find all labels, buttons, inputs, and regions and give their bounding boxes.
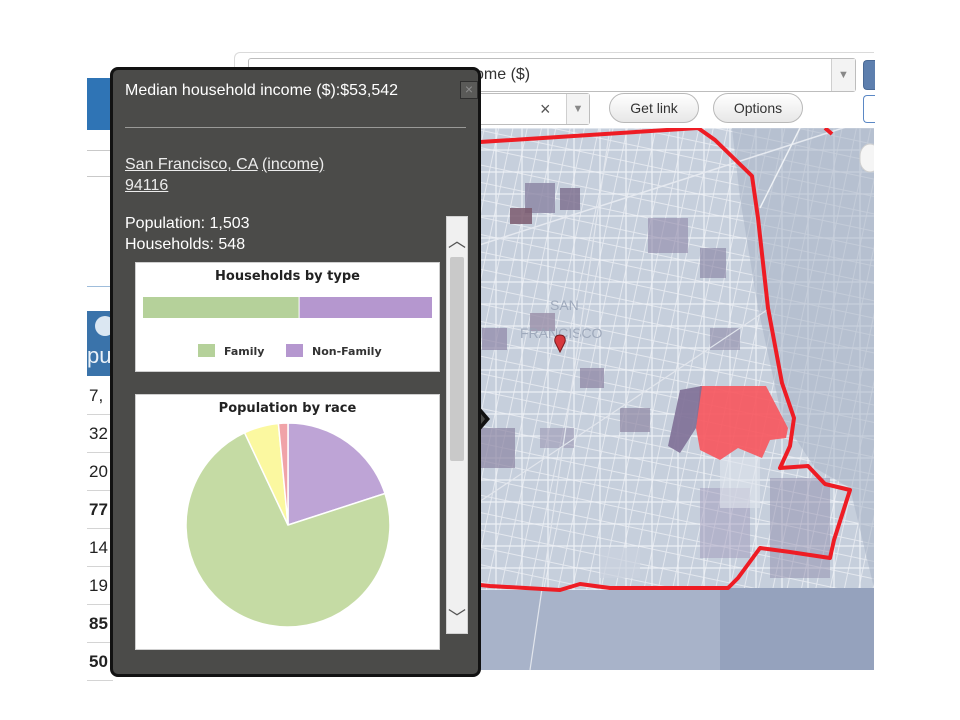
chevron-down-icon[interactable]: ▼ (566, 94, 589, 124)
screen: pu 7, 32 20 77 14 19 85 50 ome ($) ▼ × ▼ Get li… (0, 0, 960, 720)
get-link-button[interactable]: Get link (609, 93, 699, 123)
options-button[interactable]: Options (713, 93, 803, 123)
legend-swatch (286, 344, 303, 357)
households-text: Households: 548 (125, 236, 246, 253)
legend-label: Family (224, 345, 265, 358)
popup-title: Median household income ($):$53,542 (125, 82, 399, 99)
left-table-header-text: pu (87, 343, 112, 368)
info-popup: × Median household income ($):$53,542 Sa… (110, 67, 481, 677)
legend-label: Non-Family (312, 345, 382, 358)
svg-text:SAN: SAN (550, 297, 579, 313)
households-chart: Households by type Family Non-Family (135, 262, 440, 372)
chevron-down-icon[interactable]: ▼ (831, 59, 855, 91)
race-chart: Population by race (135, 394, 440, 650)
place-line: San Francisco, CA (income) (125, 156, 324, 174)
layer-toggle-button[interactable] (863, 60, 875, 90)
close-icon[interactable]: × (460, 81, 478, 99)
variable-select-value: ome ($) (475, 66, 531, 83)
race-pie-svg (185, 422, 391, 628)
population-text: Population: 1,503 (125, 215, 250, 232)
clear-icon[interactable]: × (540, 99, 551, 120)
scroll-up-icon[interactable]: ︿ (447, 231, 467, 251)
income-link[interactable]: (income) (262, 156, 324, 173)
scroll-down-icon[interactable]: ﹀ (447, 608, 467, 628)
popup-divider (125, 127, 466, 128)
legend-swatch (198, 344, 215, 357)
layer-toggle-button[interactable] (863, 95, 875, 123)
zip-code-link[interactable]: 94116 (125, 177, 168, 195)
place-link[interactable]: San Francisco, CA (125, 156, 258, 173)
scrollbar-thumb[interactable] (450, 257, 464, 461)
choropleth-map[interactable]: SAN FRANCISCO (470, 128, 874, 670)
bar-segment-non-family[interactable] (299, 297, 432, 318)
map-canvas: SAN FRANCISCO (470, 128, 874, 670)
bar-segment-family[interactable] (143, 297, 299, 318)
